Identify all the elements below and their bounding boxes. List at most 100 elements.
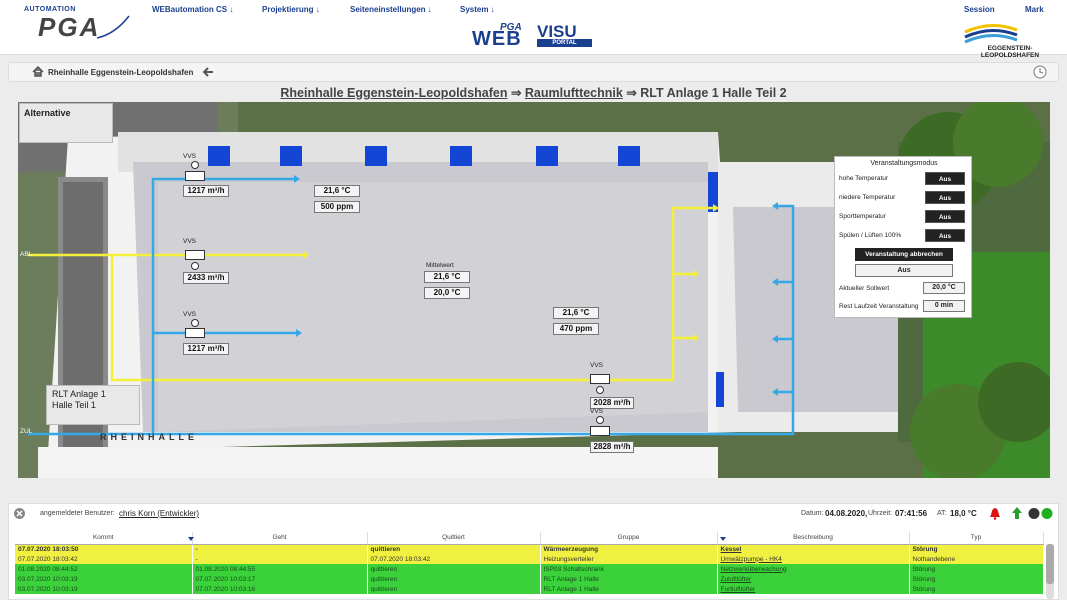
time-label: Uhrzeit: [868, 510, 893, 517]
alarm-typ: Störung [909, 584, 1044, 594]
breadcrumb-home[interactable]: Rheinhalle Eggenstein-Leopoldshafen [48, 68, 193, 77]
alarm-table: Kommt Geht Quittiert Gruppe Beschreibung… [15, 532, 1044, 594]
title-link-rlt[interactable]: Raumlufttechnik [525, 86, 623, 100]
event-status: Aus [855, 264, 953, 277]
zul-label: ZUL [20, 428, 33, 435]
damper-icon[interactable] [590, 374, 610, 384]
close-circle-icon[interactable] [13, 507, 26, 520]
pga-logo[interactable]: PGA [38, 12, 100, 43]
title-link-hall[interactable]: Rheinhalle Eggenstein-Leopoldshafen [280, 86, 507, 100]
alarm-row[interactable]: 07.07.2020 18:03:50 - quittieren Wärmeer… [15, 544, 1044, 554]
logo-swoosh-icon [96, 15, 130, 39]
alarm-gruppe: Wärmeerzeugung [540, 544, 718, 554]
damper-icon[interactable] [590, 426, 610, 436]
fan-icon [596, 386, 604, 394]
nav-system[interactable]: System ↓ [460, 5, 495, 14]
temp-top: 21,6 °C [314, 185, 360, 197]
nav-session[interactable]: Session [964, 5, 995, 14]
title-arrow: ⇒ [507, 86, 525, 100]
home-icon[interactable] [32, 66, 44, 77]
alarm-beschreibung[interactable]: Fortluftlüfter [717, 584, 910, 594]
bell-icon[interactable] [989, 507, 1001, 520]
remaining-label: Rest Laufzeit Veranstaltung [839, 303, 919, 310]
outdoor-temp-label: AT: [937, 510, 947, 517]
alarm-typ: Nothandebene [909, 554, 1044, 564]
mittelwert-label: Mittelwert [426, 262, 454, 269]
vvs-label-mid: VVS [183, 238, 197, 245]
temp-center: 21,6 °C [553, 307, 599, 319]
fan-icon [596, 416, 604, 424]
nav-user[interactable]: Mark [1025, 5, 1044, 14]
back-arrow-icon[interactable] [202, 67, 214, 77]
vvs-label-top: VVS [183, 153, 197, 160]
up-arrow-icon[interactable] [1011, 506, 1023, 520]
outdoor-temp-value: 18,0 °C [950, 509, 977, 518]
alarm-quittiert: 07.07.2020 18:03:42 [367, 554, 541, 564]
col-geht[interactable]: Geht [192, 532, 368, 545]
low-temp-toggle[interactable]: Aus [925, 191, 965, 204]
date-value: 04.08.2020, [825, 509, 868, 518]
alarm-beschreibung[interactable]: Kessel [717, 544, 910, 554]
acknowledge-button[interactable]: quittieren [367, 584, 541, 594]
sort-desc-icon[interactable] [188, 537, 194, 541]
hall-sign: RHEINHALLE [100, 432, 198, 442]
filter-desc-icon[interactable] [720, 537, 726, 541]
page-title: Rheinhalle Eggenstein-Leopoldshafen ⇒ Ra… [0, 85, 1067, 100]
alarm-geht: - [192, 544, 368, 554]
alarm-row[interactable]: 07.07.2020 18:03:42 - 07.07.2020 18:03:4… [15, 554, 1044, 564]
nav-projektierung[interactable]: Projektierung ↓ [262, 5, 320, 14]
city-crest-icon [964, 24, 1018, 44]
damper-icon[interactable] [185, 171, 205, 181]
abort-event-button[interactable]: Veranstaltung abbrechen [855, 248, 953, 261]
sport-temp-toggle[interactable]: Aus [925, 210, 965, 223]
alarm-beschreibung[interactable]: Netzwerküberwachung [717, 564, 910, 574]
flow-low: 1217 m³/h [183, 343, 229, 355]
title-current: RLT Anlage 1 Halle Teil 2 [640, 86, 787, 100]
col-kommt[interactable]: Kommt [15, 532, 193, 545]
setpoint-value: 20,0 °C [923, 282, 965, 294]
col-typ[interactable]: Typ [909, 532, 1044, 545]
alarm-row[interactable]: 03.07.2020 10:03:19 07.07.2020 10:03:16 … [15, 584, 1044, 594]
vvs-label-r1: VVS [590, 362, 604, 369]
logged-user-name[interactable]: chris Korn (Entwickler) [119, 509, 199, 518]
alarm-row[interactable]: 03.07.2020 10:03:19 07.07.2020 10:03:17 … [15, 574, 1044, 584]
clock-icon[interactable] [1033, 65, 1047, 79]
abl-label: ABL [20, 251, 33, 258]
flush-toggle[interactable]: Aus [925, 229, 965, 242]
acknowledge-button[interactable]: quittieren [367, 564, 541, 574]
acknowledge-button[interactable]: quittieren [367, 544, 541, 554]
nav-webautomation[interactable]: WEBautomation CS ↓ [152, 5, 233, 14]
flush-label: Spülen / Lüften 100% [839, 232, 902, 239]
scrollbar-thumb[interactable] [1046, 544, 1054, 584]
rlt-line1: RLT Anlage 1 [52, 389, 106, 399]
alarm-table-header: Kommt Geht Quittiert Gruppe Beschreibung… [15, 532, 1044, 545]
damper-icon[interactable] [185, 250, 205, 260]
alarm-typ: Störung [909, 544, 1044, 554]
alternative-view-button[interactable]: Alternative [19, 103, 113, 143]
nav-seiteneinstellungen[interactable]: Seiteneinstellungen ↓ [350, 5, 432, 14]
alarm-geht: 01.08.2020 08:44:55 [192, 564, 368, 574]
alarm-gruppe: Heizungsverteiler [540, 554, 718, 564]
mittelwert-value1: 21,6 °C [424, 271, 470, 283]
col-beschreibung[interactable]: Beschreibung [717, 532, 910, 545]
ppm-top: 500 ppm [314, 201, 360, 213]
webvisu-web: WEB [472, 28, 522, 50]
alarm-beschreibung[interactable]: Umwälzpumpe - HK4 [717, 554, 910, 564]
col-quittiert[interactable]: Quittiert [367, 532, 541, 545]
col-gruppe[interactable]: Gruppe [540, 532, 718, 545]
rlt-link-hall-part1[interactable]: RLT Anlage 1 Halle Teil 1 [46, 385, 140, 425]
alarm-scrollbar[interactable] [1046, 544, 1054, 599]
alarm-row[interactable]: 01.08.2020 08:44:52 01.08.2020 08:44:55 … [15, 564, 1044, 574]
damper-icon[interactable] [185, 328, 205, 338]
logged-user-label: angemeldeter Benutzer: [40, 510, 115, 517]
acknowledge-button[interactable]: quittieren [367, 574, 541, 584]
event-mode-title: Veranstaltungsmodus [870, 160, 938, 167]
sport-temp-label: Sporttemperatur [839, 213, 886, 220]
city-name: EGGENSTEIN-LEOPOLDSHAFEN [980, 45, 1040, 59]
alarm-beschreibung[interactable]: Zuluftlüfter [717, 574, 910, 584]
high-temp-toggle[interactable]: Aus [925, 172, 965, 185]
alarm-kommt: 03.07.2020 10:03:19 [15, 574, 193, 584]
alarm-geht: - [192, 554, 368, 564]
mittelwert-value2: 20,0 °C [424, 287, 470, 299]
title-arrow: ⇒ [622, 86, 641, 100]
